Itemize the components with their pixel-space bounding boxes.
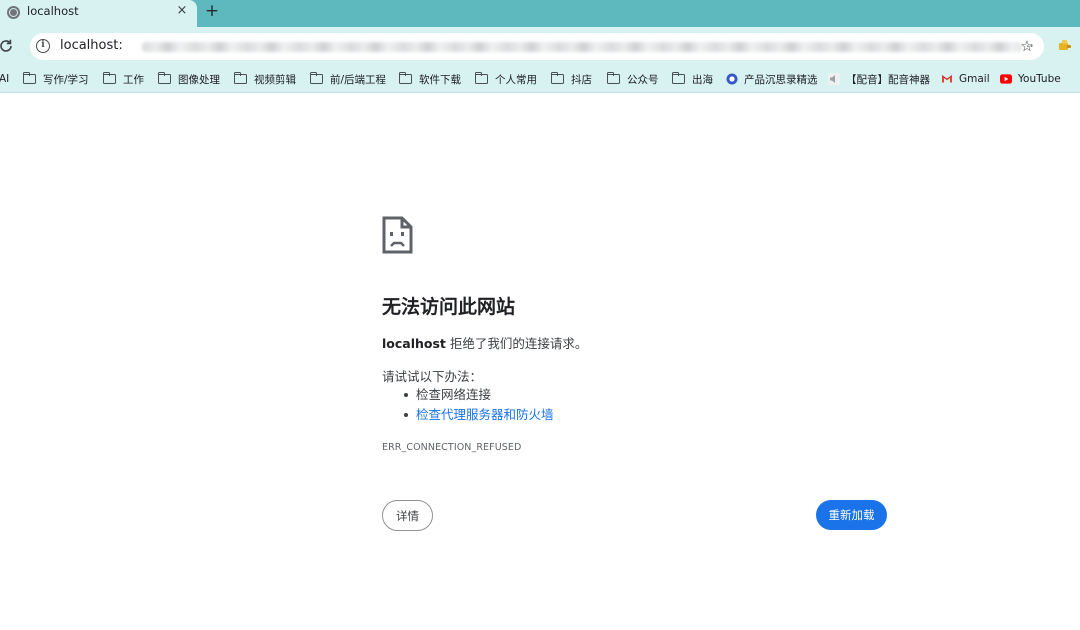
tab-title: localhost <box>27 4 79 18</box>
error-description-text: 拒绝了我们的连接请求。 <box>445 336 588 351</box>
bookmark-folder[interactable]: 个人常用 <box>474 65 537 93</box>
bookmark-folder[interactable]: 前/后端工程 <box>309 65 387 93</box>
reload-button[interactable]: 重新加载 <box>816 500 887 530</box>
folder-icon <box>22 71 36 84</box>
folder-icon <box>550 71 564 84</box>
bookmark-label: Gmail <box>959 73 990 85</box>
address-bar[interactable]: i localhost: .. ☆ <box>30 33 1044 60</box>
bookmark-label: AI <box>0 73 10 85</box>
bookmark-site[interactable]: YouTube <box>1000 65 1061 93</box>
bookmark-site[interactable]: 【配音】配音神器 <box>828 65 930 93</box>
bookmark-label: 【配音】配音神器 <box>846 73 930 86</box>
url-text: localhost: <box>60 38 123 53</box>
close-tab-icon[interactable]: × <box>173 2 191 20</box>
suggestion-check-proxy-link[interactable]: 检查代理服务器和防火墙 <box>402 406 554 426</box>
sad-page-icon <box>382 216 413 254</box>
toolbar: i localhost: .. ☆ <box>0 27 1080 65</box>
bookmark-site[interactable]: Gmail <box>941 65 990 93</box>
suggestion-check-network: 检查网络连接 <box>402 386 554 406</box>
error-host: localhost <box>382 336 446 351</box>
folder-icon <box>671 71 685 84</box>
bookmark-folder[interactable]: 公众号 <box>606 65 659 93</box>
reload-icon[interactable] <box>0 38 14 54</box>
tab-strip: localhost × + <box>0 0 1080 27</box>
bookmark-label: 个人常用 <box>495 73 537 86</box>
bookmark-folder[interactable]: 图像处理 <box>157 65 220 93</box>
error-code: ERR_CONNECTION_REFUSED <box>382 442 522 453</box>
folder-icon <box>474 71 488 84</box>
folder-icon <box>102 71 116 84</box>
bookmark-label: 前/后端工程 <box>330 73 387 86</box>
error-description: localhost 拒绝了我们的连接请求。 <box>382 333 587 352</box>
bookmark-label: 产品沉思录精选 <box>744 73 818 86</box>
circle-logo-icon <box>726 73 738 85</box>
folder-icon <box>157 71 171 84</box>
gmail-icon <box>941 73 953 85</box>
bookmark-label: 图像处理 <box>178 73 220 86</box>
bookmark-site[interactable]: 产品沉思录精选 <box>726 65 818 93</box>
folder-icon <box>398 71 412 84</box>
bookmark-label: 工作 <box>123 73 144 86</box>
suggestions-list: 检查网络连接 检查代理服务器和防火墙 <box>402 386 554 426</box>
bookmark-label: 软件下载 <box>419 73 461 86</box>
folder-icon <box>233 71 247 84</box>
new-tab-button[interactable]: + <box>202 1 222 21</box>
bookmark-label: 公众号 <box>627 73 659 86</box>
bookmark-label: 写作/学习 <box>43 73 89 86</box>
active-tab[interactable]: localhost × <box>0 0 197 27</box>
globe-icon <box>7 6 20 19</box>
speaker-icon <box>828 73 840 85</box>
extension-icon[interactable] <box>1058 38 1072 52</box>
bookmark-folder[interactable]: 视频剪辑 <box>233 65 296 93</box>
folder-icon <box>606 71 620 84</box>
bookmark-label: YouTube <box>1018 73 1061 85</box>
bookmark-ai[interactable]: AI <box>0 65 9 93</box>
bookmarks-bar: AI 写作/学习 工作 图像处理 视频剪辑 前/后端工程 软件下载 个人常用 抖… <box>0 65 1080 93</box>
bookmark-folder[interactable]: 出海 <box>671 65 713 93</box>
bookmark-folder[interactable]: 工作 <box>102 65 144 93</box>
suggestions-label: 请试试以下办法： <box>382 369 483 384</box>
details-button[interactable]: 详情 <box>382 500 433 531</box>
bookmark-folder[interactable]: 软件下载 <box>398 65 461 93</box>
bookmark-label: 视频剪辑 <box>254 73 296 86</box>
error-heading: 无法访问此网站 <box>382 296 516 318</box>
youtube-icon <box>1000 73 1012 85</box>
bookmark-label: 出海 <box>692 73 713 86</box>
bookmark-label: 抖店 <box>571 73 592 86</box>
bookmark-folder[interactable]: 写作/学习 <box>22 65 89 93</box>
site-info-icon[interactable]: i <box>36 39 50 53</box>
folder-icon <box>309 71 323 84</box>
url-redacted <box>142 42 1022 52</box>
bookmark-star-icon[interactable]: ☆ <box>1018 37 1036 55</box>
bookmark-folder[interactable]: 抖店 <box>550 65 592 93</box>
